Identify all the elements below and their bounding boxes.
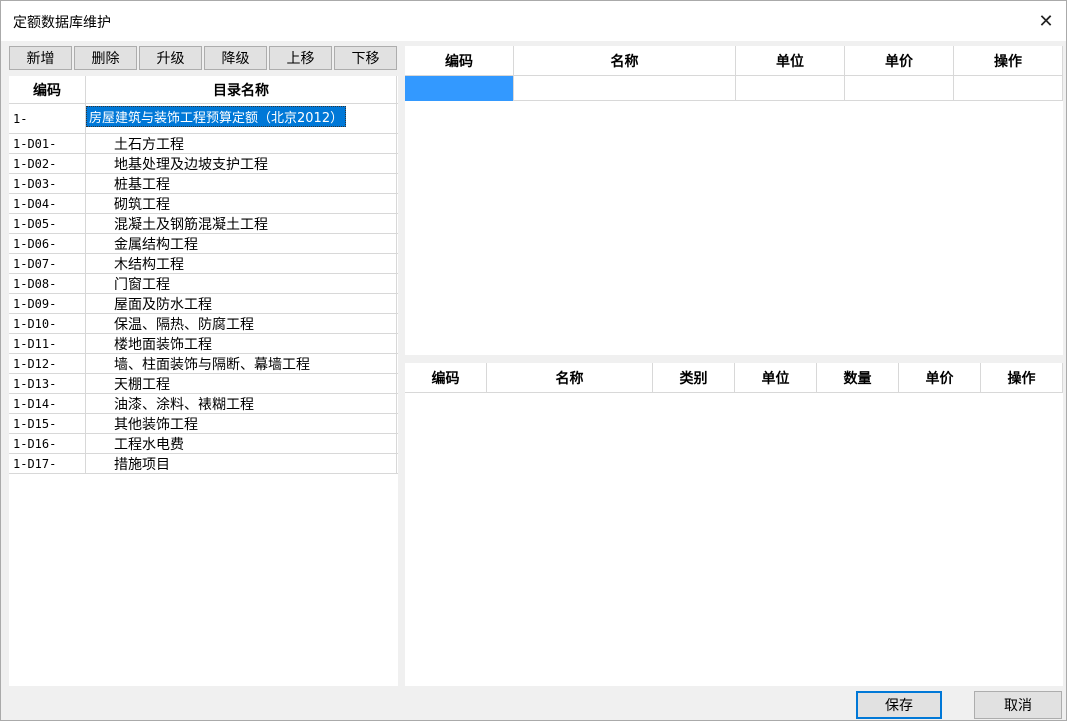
quota-header-code[interactable]: 编码 — [405, 46, 514, 76]
tree-row[interactable]: 1-D16- 工程水电费 — [9, 434, 398, 454]
resource-header-price[interactable]: 单价 — [899, 363, 981, 393]
tree-row-code: 1-D14- — [9, 394, 86, 413]
toolbar: 新增 删除 升级 降级 上移 下移 — [9, 46, 397, 70]
tree-row-code: 1-D13- — [9, 374, 86, 393]
tree-row-code: 1-D05- — [9, 214, 86, 233]
tree-row[interactable]: 1-D10- 保温、隔热、防腐工程 — [9, 314, 398, 334]
tree-row-code: 1-D01- — [9, 134, 86, 153]
quota-header-unit[interactable]: 单位 — [736, 46, 845, 76]
cancel-button[interactable]: 取消 — [974, 691, 1062, 719]
tree-row-code: 1-D02- — [9, 154, 86, 173]
quota-cell-code[interactable] — [405, 76, 514, 101]
tree-row-code: 1-D17- — [9, 454, 86, 473]
tree-row-name: 楼地面装饰工程 — [86, 334, 397, 353]
tree-row-name: 天棚工程 — [86, 374, 397, 393]
tree-header: 编码 目录名称 — [9, 76, 398, 104]
tree-row-code: 1-D16- — [9, 434, 86, 453]
tree-row-code: 1-D03- — [9, 174, 86, 193]
tree-row-root[interactable]: 1- 房屋建筑与装饰工程预算定额（北京2012） — [9, 104, 398, 134]
tree-row-name-selected[interactable]: 房屋建筑与装饰工程预算定额（北京2012） — [86, 104, 397, 133]
move-down-button[interactable]: 下移 — [334, 46, 397, 70]
tree-row-code: 1-D11- — [9, 334, 86, 353]
downgrade-button[interactable]: 降级 — [204, 46, 267, 70]
tree-row[interactable]: 1-D11- 楼地面装饰工程 — [9, 334, 398, 354]
tree-row[interactable]: 1-D09- 屋面及防水工程 — [9, 294, 398, 314]
tree-row-name: 措施项目 — [86, 454, 397, 473]
tree-row-code: 1-D09- — [9, 294, 86, 313]
resource-header-name[interactable]: 名称 — [487, 363, 653, 393]
quota-table-header: 编码 名称 单位 单价 操作 — [405, 46, 1063, 76]
tree-row-code: 1-D12- — [9, 354, 86, 373]
tree-row[interactable]: 1-D04- 砌筑工程 — [9, 194, 398, 214]
tree-row-name: 桩基工程 — [86, 174, 397, 193]
header-code[interactable]: 编码 — [9, 76, 86, 104]
tree-row-name: 地基处理及边坡支护工程 — [86, 154, 397, 173]
resource-header-action[interactable]: 操作 — [981, 363, 1063, 393]
quota-cell-unit[interactable] — [736, 76, 845, 101]
tree-row-name: 金属结构工程 — [86, 234, 397, 253]
tree-row-name: 其他装饰工程 — [86, 414, 397, 433]
tree-row[interactable]: 1-D17- 措施项目 — [9, 454, 398, 474]
tree-row-name: 屋面及防水工程 — [86, 294, 397, 313]
upgrade-button[interactable]: 升级 — [139, 46, 202, 70]
tree-row-name: 混凝土及钢筋混凝土工程 — [86, 214, 397, 233]
tree-row[interactable]: 1-D03- 桩基工程 — [9, 174, 398, 194]
quota-table: 编码 名称 单位 单价 操作 — [405, 46, 1063, 355]
resource-header-unit[interactable]: 单位 — [735, 363, 817, 393]
tree-row-code: 1-D15- — [9, 414, 86, 433]
window-title: 定额数据库维护 — [13, 15, 111, 31]
add-button[interactable]: 新增 — [9, 46, 72, 70]
quota-cell-price[interactable] — [845, 76, 954, 101]
tree-row-name: 门窗工程 — [86, 274, 397, 293]
quota-header-action[interactable]: 操作 — [954, 46, 1063, 76]
tree-row[interactable]: 1-D07- 木结构工程 — [9, 254, 398, 274]
quota-cell-name[interactable] — [514, 76, 736, 101]
close-icon[interactable]: ✕ — [1032, 7, 1060, 35]
tree-row-code: 1-D08- — [9, 274, 86, 293]
tree-row-name: 保温、隔热、防腐工程 — [86, 314, 397, 333]
directory-tree: 编码 目录名称 1- 房屋建筑与装饰工程预算定额（北京2012） 1-D01- 土… — [9, 76, 398, 686]
tree-row-code: 1-D07- — [9, 254, 86, 273]
tree-row[interactable]: 1-D15- 其他装饰工程 — [9, 414, 398, 434]
quota-header-price[interactable]: 单价 — [845, 46, 954, 76]
tree-row-name: 墙、柱面装饰与隔断、幕墙工程 — [86, 354, 397, 373]
tree-row[interactable]: 1-D14- 油漆、涂料、裱糊工程 — [9, 394, 398, 414]
tree-row-name: 砌筑工程 — [86, 194, 397, 213]
tree-row-name: 木结构工程 — [86, 254, 397, 273]
selected-name-text[interactable]: 房屋建筑与装饰工程预算定额（北京2012） — [86, 106, 347, 127]
tree-row-code: 1-D10- — [9, 314, 86, 333]
tree-row[interactable]: 1-D12- 墙、柱面装饰与隔断、幕墙工程 — [9, 354, 398, 374]
resource-table-header: 编码 名称 类别 单位 数量 单价 操作 — [405, 363, 1063, 393]
dialog-window: 定额数据库维护 ✕ 新增 删除 升级 降级 上移 下移 编码 目录名称 1- 房… — [0, 0, 1067, 721]
move-up-button[interactable]: 上移 — [269, 46, 332, 70]
tree-row[interactable]: 1-D08- 门窗工程 — [9, 274, 398, 294]
quota-cell-action[interactable] — [954, 76, 1063, 101]
resource-header-code[interactable]: 编码 — [405, 363, 487, 393]
resource-header-category[interactable]: 类别 — [653, 363, 735, 393]
tree-row-code: 1-D04- — [9, 194, 86, 213]
tree-row-name: 油漆、涂料、裱糊工程 — [86, 394, 397, 413]
tree-row[interactable]: 1-D01- 土石方工程 — [9, 134, 398, 154]
tree-row-name: 土石方工程 — [86, 134, 397, 153]
delete-button[interactable]: 删除 — [74, 46, 137, 70]
tree-row-name: 工程水电费 — [86, 434, 397, 453]
tree-row[interactable]: 1-D06- 金属结构工程 — [9, 234, 398, 254]
title-bar: 定额数据库维护 ✕ — [1, 1, 1066, 41]
tree-row[interactable]: 1-D05- 混凝土及钢筋混凝土工程 — [9, 214, 398, 234]
tree-row[interactable]: 1-D13- 天棚工程 — [9, 374, 398, 394]
quota-row[interactable] — [405, 76, 1063, 101]
save-button[interactable]: 保存 — [856, 691, 942, 719]
tree-row[interactable]: 1-D02- 地基处理及边坡支护工程 — [9, 154, 398, 174]
tree-row-code: 1-D06- — [9, 234, 86, 253]
resource-table: 编码 名称 类别 单位 数量 单价 操作 — [405, 363, 1063, 686]
tree-row-code: 1- — [9, 104, 86, 133]
header-directory-name[interactable]: 目录名称 — [86, 76, 397, 104]
quota-header-name[interactable]: 名称 — [514, 46, 736, 76]
resource-header-quantity[interactable]: 数量 — [817, 363, 899, 393]
